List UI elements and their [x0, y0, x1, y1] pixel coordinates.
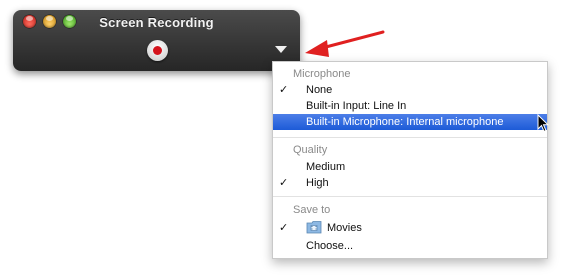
menu-item-label: Medium	[306, 161, 346, 173]
quality-heading: Quality	[293, 144, 328, 156]
menu-separator	[273, 196, 547, 197]
screen: Screen Recording Microphone ✓ None Built…	[0, 0, 563, 278]
save-to-heading: Save to	[293, 204, 331, 216]
menu-item-choose[interactable]: Choose...	[273, 238, 547, 254]
menu-item-label: Built-in Microphone: Internal microphone	[306, 116, 504, 128]
menu-separator	[273, 137, 547, 138]
menu-item-medium[interactable]: Medium	[273, 159, 547, 175]
menu-item-movies[interactable]: ✓ Movies	[273, 220, 547, 236]
menu-item-label: Built-in Input: Line In	[306, 100, 407, 112]
menu-item-label: Movies	[327, 222, 362, 234]
menu-item-label: High	[306, 177, 329, 189]
folder-icon	[306, 221, 322, 234]
checkmark-icon: ✓	[279, 84, 289, 96]
menu-item-label: None	[306, 84, 333, 96]
menu-item-internal-microphone[interactable]: Built-in Microphone: Internal microphone	[273, 114, 547, 130]
options-menu: Microphone ✓ None Built-in Input: Line I…	[272, 61, 548, 259]
menu-item-high[interactable]: ✓ High	[273, 175, 547, 191]
menu-item-line-in[interactable]: Built-in Input: Line In	[273, 98, 547, 114]
checkmark-icon: ✓	[279, 222, 289, 234]
menu-item-none[interactable]: ✓ None	[273, 82, 547, 98]
menu-item-label: Choose...	[306, 240, 354, 252]
microphone-heading: Microphone	[293, 68, 351, 80]
checkmark-icon: ✓	[279, 177, 289, 189]
mouse-cursor-icon	[537, 114, 549, 133]
